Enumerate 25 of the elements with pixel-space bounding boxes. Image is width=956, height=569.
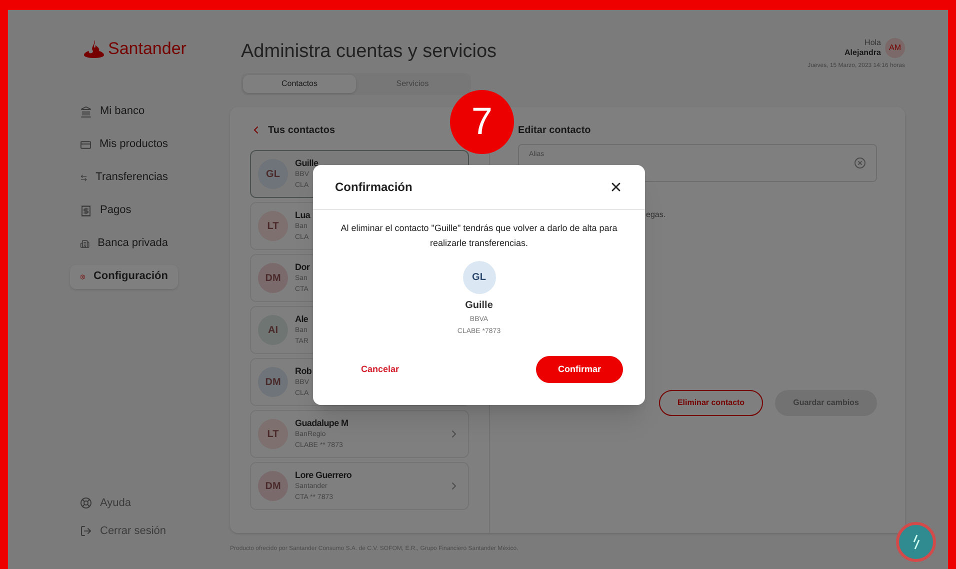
- contact-avatar: GL: [258, 159, 288, 189]
- note-text: egas.: [646, 209, 667, 221]
- contact-avatar: GL: [462, 261, 496, 294]
- contact-name: Guille: [465, 299, 493, 313]
- greeting: Hola: [864, 38, 881, 48]
- contact-name: Ale: [295, 314, 308, 324]
- brand-name: Santander: [108, 38, 186, 60]
- contact-avatar: DM: [258, 263, 288, 293]
- contact-name: Guille: [295, 158, 318, 168]
- contact-name: Lua: [295, 210, 310, 220]
- user-name: Alejandra: [844, 48, 881, 58]
- contact-avatar: LT: [258, 419, 288, 449]
- contact-name: Lore Guerrero: [295, 470, 352, 480]
- page-title: Administra cuentas y servicios: [241, 40, 497, 64]
- panel-title: Tus contactos: [268, 124, 336, 138]
- contact-name: Guadalupe M: [295, 418, 348, 428]
- dialog-message: Al eliminar el contacto "Guille" tendrás que volver a darlo de alta para realizarle transferencias.: [340, 222, 618, 250]
- panel-title: Editar contacto: [518, 124, 592, 138]
- contact-name: Dor: [295, 262, 310, 272]
- contact-avatar: LT: [258, 211, 288, 241]
- contact-avatar: DM: [258, 367, 288, 397]
- dialog-title: Confirmación: [335, 179, 412, 196]
- contact-avatar: DM: [258, 471, 288, 501]
- contact-name: Rob: [295, 366, 312, 376]
- contact-avatar: AI: [258, 315, 288, 345]
